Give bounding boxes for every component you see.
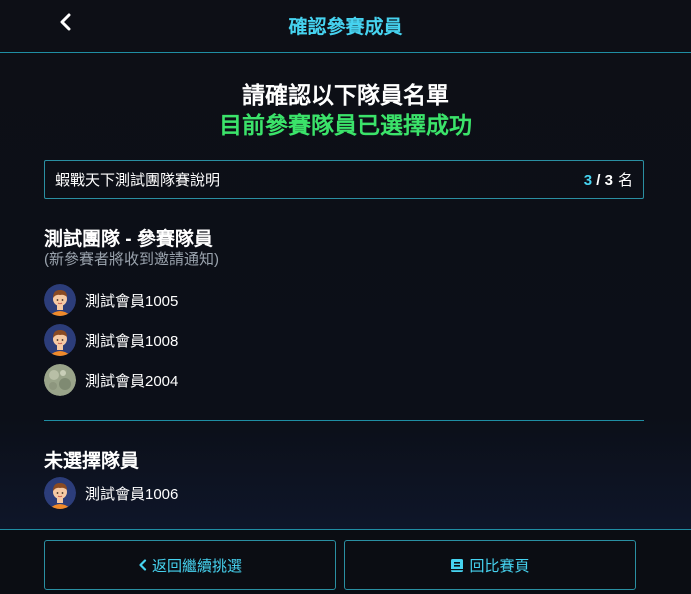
cartoon-boy-avatar: [44, 324, 76, 356]
member-name: 測試會員1005: [85, 292, 179, 310]
member-name: 測試會員2004: [85, 372, 179, 390]
team-member-item: 測試會員2004: [44, 364, 178, 396]
member-count-separator: /: [592, 172, 605, 189]
page-title: 確認參賽成員: [288, 17, 403, 38]
unselected-section-title: 未選擇隊員: [44, 451, 140, 472]
member-name: 測試會員1006: [85, 485, 179, 503]
photo-avatar: [44, 364, 76, 396]
member-count-unit: 名: [617, 172, 633, 189]
section-divider: [44, 420, 644, 421]
cartoon-boy-avatar: [44, 477, 76, 509]
team-section-note: (新參賽者將收到邀請通知): [44, 251, 219, 268]
member-name: 測試會員1008: [85, 332, 179, 350]
unselected-member-item: 測試會員1006: [44, 477, 178, 509]
confirm-heading: 請確認以下隊員名單: [242, 82, 449, 108]
event-name: 蝦戰天下測試團隊賽說明: [55, 172, 221, 189]
member-count: 3 / 3名: [584, 169, 633, 190]
cartoon-boy-avatar: [44, 284, 76, 316]
success-message: 目前參賽隊員已選擇成功: [219, 112, 472, 138]
chevron-left-icon: [138, 559, 147, 571]
footer-bar: 返回繼續挑選 回比賽頁: [0, 529, 691, 594]
event-info-box: 蝦戰天下測試團隊賽說明 3 / 3名: [44, 160, 644, 199]
member-count-current: 3: [583, 172, 593, 189]
team-member-item: 測試會員1008: [44, 324, 178, 356]
return-to-match-button[interactable]: 回比賽頁: [344, 540, 636, 590]
return-to-match-label: 回比賽頁: [469, 557, 530, 575]
team-section-title: 測試團隊 - 參賽隊員: [44, 229, 213, 250]
book-icon: [450, 558, 464, 573]
team-member-item: 測試會員1005: [44, 284, 178, 316]
member-count-total: 3: [604, 172, 613, 189]
continue-selecting-label: 返回繼續挑選: [151, 557, 242, 575]
app-header: 確認參賽成員: [0, 0, 691, 53]
continue-selecting-button[interactable]: 返回繼續挑選: [44, 540, 336, 590]
